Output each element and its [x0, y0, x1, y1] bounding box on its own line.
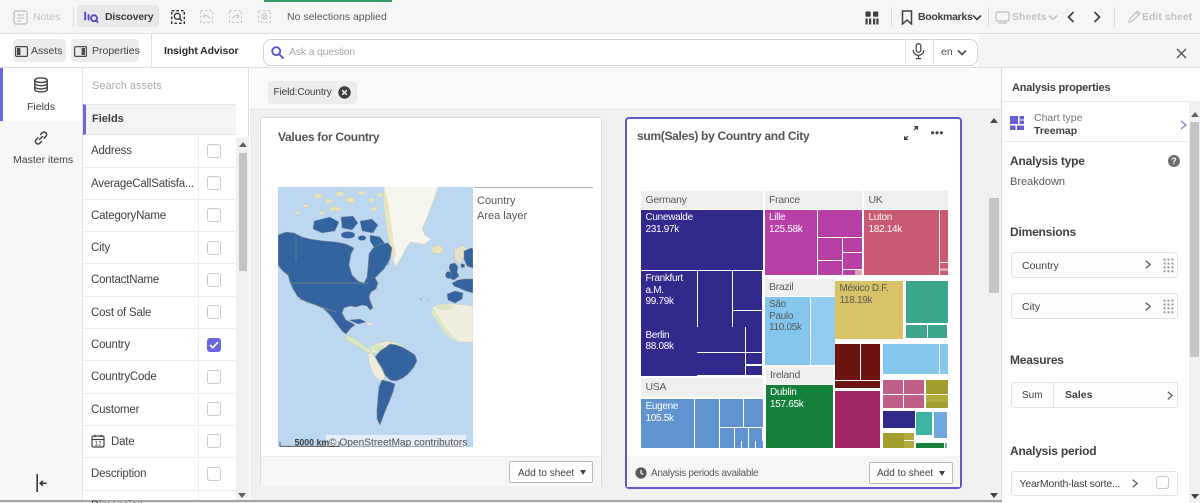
svg-text:12: 12 [94, 441, 102, 448]
svg-text:5000 km: 5000 km [295, 438, 330, 448]
svg-text:© OpenStreetMap contributors: © OpenStreetMap contributors [329, 438, 467, 448]
svg-text:?: ? [1171, 156, 1177, 166]
